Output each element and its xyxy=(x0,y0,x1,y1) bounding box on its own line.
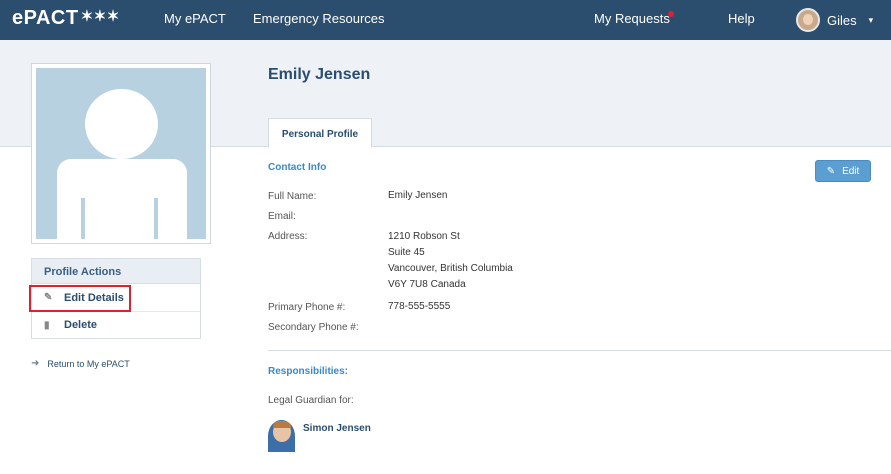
user-name: Giles xyxy=(827,12,857,28)
nav-emergency-resources[interactable]: Emergency Resources xyxy=(253,11,385,26)
address-line-3: Vancouver, British Columbia xyxy=(388,263,513,274)
nav-help[interactable]: Help xyxy=(728,11,755,26)
full-name-label: Full Name: xyxy=(268,191,317,202)
address-line-4: V6Y 7U8 Canada xyxy=(388,279,466,290)
nav-my-requests[interactable]: My Requests xyxy=(594,11,670,26)
avatar-placeholder-icon xyxy=(36,68,206,239)
child-name-link[interactable]: Simon Jensen xyxy=(303,423,371,434)
delete-label: Delete xyxy=(64,319,98,331)
notification-dot-icon xyxy=(668,11,674,17)
tab-personal-profile[interactable]: Personal Profile xyxy=(268,118,372,148)
highlight-annotation-box xyxy=(29,285,131,312)
edit-button-label: Edit xyxy=(842,165,860,177)
delete-button[interactable]: ▮ Delete xyxy=(32,311,200,338)
page-title: Emily Jensen xyxy=(268,66,371,83)
nav-my-epact[interactable]: My ePACT xyxy=(164,11,226,26)
pencil-icon: ✎ xyxy=(826,165,836,177)
section-divider xyxy=(268,350,891,351)
return-label: Return to My ePACT xyxy=(47,358,130,369)
address-label: Address: xyxy=(268,231,308,242)
address-value: 1210 Robson St Suite 45 Vancouver, Briti… xyxy=(388,229,513,293)
edit-contact-button[interactable]: ✎ Edit xyxy=(815,160,871,182)
profile-photo xyxy=(31,63,211,244)
chevron-down-icon: ▾ xyxy=(868,14,874,25)
epact-logo[interactable]: ePACT ✶✶✶ xyxy=(12,7,120,30)
logo-stars-icon: ✶✶✶ xyxy=(80,8,120,25)
contact-info-heading: Contact Info xyxy=(268,162,327,173)
child-avatar[interactable] xyxy=(268,420,295,452)
responsibilities-heading: Responsibilities: xyxy=(268,366,349,377)
user-avatar xyxy=(796,8,820,32)
primary-phone-label: Primary Phone #: xyxy=(268,302,346,313)
email-label: Email: xyxy=(268,211,296,222)
arrow-right-icon: ➜ xyxy=(31,358,40,369)
placeholder-arm-line-right xyxy=(154,198,158,239)
address-line-2: Suite 45 xyxy=(388,247,425,258)
secondary-phone-label: Secondary Phone #: xyxy=(268,322,359,333)
primary-phone-value: 778-555-5555 xyxy=(388,301,451,312)
legal-guardian-label: Legal Guardian for: xyxy=(268,395,354,406)
trash-icon: ▮ xyxy=(44,319,50,331)
profile-actions-heading: Profile Actions xyxy=(32,259,200,284)
placeholder-body xyxy=(57,159,187,239)
top-nav: ePACT ✶✶✶ My ePACT Emergency Resources My… xyxy=(0,0,891,40)
address-line-1: 1210 Robson St xyxy=(388,231,460,242)
placeholder-arm-line-left xyxy=(81,198,85,239)
logo-text: ePACT xyxy=(12,7,79,29)
user-menu[interactable]: Giles ▾ xyxy=(796,6,873,34)
return-to-my-epact-link[interactable]: ➜ Return to My ePACT xyxy=(31,358,130,369)
full-name-value: Emily Jensen xyxy=(388,190,448,201)
placeholder-head xyxy=(85,89,158,159)
